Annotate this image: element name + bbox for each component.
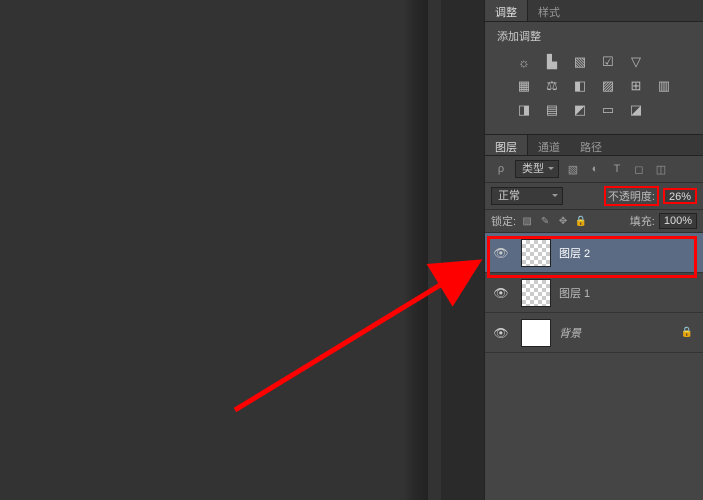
tab-styles[interactable]: 样式 [528,0,570,21]
filter-type-dropdown[interactable]: 类型 [515,160,559,178]
gradient-map-icon[interactable]: ▭ [599,102,617,118]
threshold-icon[interactable]: ◩ [571,102,589,118]
lock-pixels-icon[interactable]: ✎ [538,214,552,228]
canvas-edge [403,0,428,500]
adjustments-tabs: 调整 样式 [485,0,703,22]
filter-smart-icon[interactable]: ◫ [653,161,669,177]
opacity-value[interactable]: 26% [663,188,697,204]
lock-position-icon[interactable]: ✥ [556,214,570,228]
tab-channels[interactable]: 通道 [528,135,570,155]
layer-thumbnail[interactable] [521,279,551,307]
layer-thumbnail[interactable] [521,239,551,267]
visibility-icon[interactable]: 👁 [489,246,513,260]
fill-label: 填充: [630,213,655,229]
add-adjustment-header: 添加调整 [485,22,703,50]
visibility-icon[interactable]: 👁 [489,286,513,300]
posterize-icon[interactable]: ▤ [543,102,561,118]
tab-adjustments[interactable]: 调整 [485,0,528,21]
adjustment-icons: ☼ ▙ ▧ ☑ ▽ ▦ ⚖ ◧ ▨ ⊞ ▥ ◨ ▤ ◩ ▭ ◪ [485,50,703,134]
exposure-icon[interactable]: ☑ [599,54,617,70]
layer-name[interactable]: 图层 1 [559,285,699,301]
layer-name[interactable]: 图层 2 [559,245,699,261]
filter-shape-icon[interactable]: ◻ [631,161,647,177]
search-icon[interactable]: ρ [493,161,509,177]
levels-icon[interactable]: ▙ [543,54,561,70]
layers-tabs: 图层 通道 路径 [485,134,703,156]
vibrance-icon[interactable]: ▽ [627,54,645,70]
layer-row[interactable]: 👁 图层 2 [485,233,703,273]
lock-fill-row: 锁定: ▨ ✎ ✥ 🔒 填充: 100% [485,210,703,233]
hue-icon[interactable]: ▦ [515,78,533,94]
right-panel: 调整 样式 添加调整 ☼ ▙ ▧ ☑ ▽ ▦ ⚖ ◧ ▨ ⊞ ▥ ◨ ▤ ◩ ▭… [484,0,703,500]
layer-list: 👁 图层 2 👁 图层 1 👁 背景 🔒 [485,233,703,353]
visibility-icon[interactable]: 👁 [489,326,513,340]
fill-value[interactable]: 100% [659,213,697,229]
curves-icon[interactable]: ▧ [571,54,589,70]
brightness-icon[interactable]: ☼ [515,54,533,70]
layer-filter-row: ρ 类型 ▧ ◐ T ◻ ◫ [485,156,703,183]
canvas-area[interactable] [0,0,441,500]
channel-mixer-icon[interactable]: ⊞ [627,78,645,94]
lock-all-icon[interactable]: 🔒 [574,214,588,228]
filter-type-icon[interactable]: T [609,161,625,177]
layer-thumbnail[interactable] [521,319,551,347]
blend-mode-dropdown[interactable]: 正常 [491,187,563,205]
lock-label: 锁定: [491,213,516,229]
lock-transparency-icon[interactable]: ▨ [520,214,534,228]
tab-layers[interactable]: 图层 [485,135,528,155]
balance-icon[interactable]: ⚖ [543,78,561,94]
layer-row[interactable]: 👁 背景 🔒 [485,313,703,353]
layer-name[interactable]: 背景 [559,325,681,341]
photo-filter-icon[interactable]: ▨ [599,78,617,94]
lock-icon: 🔒 [681,327,693,338]
filter-adjust-icon[interactable]: ◐ [587,161,603,177]
selective-color-icon[interactable]: ◪ [627,102,645,118]
tab-paths[interactable]: 路径 [570,135,612,155]
opacity-label: 不透明度: [604,186,659,206]
filter-pixel-icon[interactable]: ▧ [565,161,581,177]
layer-row[interactable]: 👁 图层 1 [485,273,703,313]
color-lookup-icon[interactable]: ▥ [655,78,673,94]
bw-icon[interactable]: ◧ [571,78,589,94]
blend-opacity-row: 正常 不透明度: 26% [485,183,703,210]
invert-icon[interactable]: ◨ [515,102,533,118]
